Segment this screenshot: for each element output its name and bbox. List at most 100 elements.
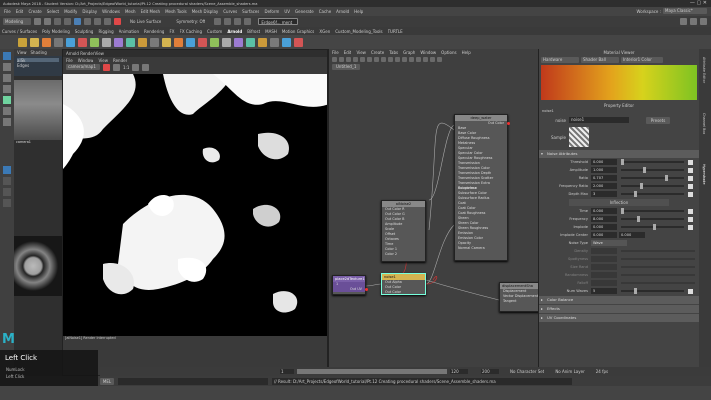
shelf-tool-icon[interactable] [30, 37, 39, 47]
node-editor-tool-icon[interactable] [339, 56, 344, 62]
rotate-tool-icon[interactable] [3, 96, 11, 104]
attribute-value[interactable]: 3 [591, 191, 617, 197]
attribute-value[interactable]: 8.000 [591, 216, 617, 222]
attribute-slider[interactable] [621, 208, 684, 214]
name-field[interactable]: noise1 [569, 117, 629, 123]
menu-item[interactable]: Edit Mesh [141, 9, 161, 14]
ipr-icon[interactable] [224, 18, 232, 25]
node-editor-tool-icon[interactable] [381, 56, 386, 62]
character-set[interactable]: No Character Set [510, 369, 544, 374]
select-icon[interactable] [74, 18, 81, 25]
attribute-value[interactable]: 0.000 [591, 159, 617, 165]
map-button-icon[interactable] [688, 175, 693, 181]
save-icon[interactable] [44, 18, 51, 25]
material-preview[interactable] [541, 65, 697, 100]
node-editor-tool-icon[interactable] [367, 56, 372, 62]
node-editor-tool-icon[interactable] [402, 56, 407, 62]
fps-select[interactable]: 24 fps [596, 369, 608, 374]
lasso-tool-icon[interactable] [3, 63, 11, 71]
collapsed-section[interactable]: Effects [539, 305, 699, 313]
shelf-tool-icon[interactable] [222, 37, 231, 47]
attribute-slider[interactable] [621, 167, 684, 173]
move-tool-icon[interactable] [3, 85, 11, 93]
port[interactable]: Normal Camera [455, 246, 507, 251]
menu-item[interactable]: Deform [264, 9, 279, 14]
attribute-value[interactable]: 2.000 [591, 183, 617, 189]
shelf-tool-icon[interactable] [66, 37, 75, 47]
collapsed-section[interactable]: Color Balance [539, 296, 699, 304]
node-place2d[interactable]: place2dTexture1 1 Out UV [332, 275, 368, 295]
node-editor-tool-icon[interactable] [409, 56, 414, 62]
node-editor-menu-item[interactable]: Help [462, 50, 471, 55]
shelf-tool-icon[interactable] [234, 37, 243, 47]
paint-tool-icon[interactable] [3, 74, 11, 82]
search-field[interactable]: Erdge6f... ment [258, 18, 299, 25]
shelf-tool-icon[interactable] [138, 37, 147, 47]
shelf-tab[interactable]: FX [169, 29, 174, 34]
node-editor-menu-item[interactable]: Tabs [389, 50, 398, 55]
magnet-icon[interactable] [114, 18, 121, 25]
render-view-menu-item[interactable]: File [66, 58, 73, 63]
workspace-select[interactable]: Maya Classic* [663, 8, 707, 14]
anim-layer[interactable]: No Anim Layer [555, 369, 584, 374]
shelf-tab[interactable]: Motion Graphics [282, 29, 315, 34]
shelf-tool-icon[interactable] [270, 37, 279, 47]
side-tab-hypershade[interactable]: Hypershade [702, 164, 706, 184]
map-button-icon[interactable] [688, 224, 693, 230]
snap-curve-icon[interactable] [94, 18, 101, 25]
sidebar-toggle-icon[interactable] [700, 18, 707, 25]
node-editor-tool-icon[interactable] [395, 56, 400, 62]
shelf-tool-icon[interactable] [246, 37, 255, 47]
attribute-slider[interactable] [621, 183, 684, 189]
menu-item[interactable]: Edit [16, 9, 24, 14]
shelf-tab[interactable]: Arnold [227, 29, 242, 34]
shelf-tab[interactable]: MASH [265, 29, 277, 34]
open-icon[interactable] [34, 18, 41, 25]
item-1[interactable]: aiSk [17, 58, 59, 63]
attribute-slider[interactable] [621, 216, 684, 222]
mel-toggle[interactable]: MEL [100, 377, 114, 385]
node-editor-menu-item[interactable]: Create [371, 50, 384, 55]
shelf-tool-icon[interactable] [198, 37, 207, 47]
presets-button[interactable]: Presets [646, 116, 670, 124]
port[interactable]: Tangent [500, 299, 538, 304]
symmetry-select[interactable]: Symmetry: Off [176, 19, 205, 24]
shelf-tool-icon[interactable] [210, 37, 219, 47]
num-waves-slider[interactable] [621, 288, 684, 294]
implode-center-y[interactable]: 0.000 [619, 232, 645, 238]
port[interactable]: Color 2 [382, 252, 425, 257]
render-view-menu-item[interactable]: Render [113, 58, 127, 63]
node-displacement[interactable]: displacementSha Displacement Vector Displ… [499, 282, 538, 312]
node-noise1[interactable]: noise1 Out Alpha Out Color Out Color [381, 273, 426, 295]
menu-shading[interactable]: Shading [31, 50, 47, 55]
side-tab-attribute-editor[interactable]: Attribute Editor [702, 57, 706, 83]
scale-tool-icon[interactable] [3, 107, 11, 115]
shelf-tab[interactable]: Rendering [144, 29, 164, 34]
node-editor-menu-item[interactable]: File [332, 50, 339, 55]
menu-item[interactable]: Select [47, 9, 59, 14]
menu-item[interactable]: File [4, 9, 11, 14]
render-image[interactable] [63, 74, 327, 336]
redo-icon[interactable] [64, 18, 71, 25]
shelf-tab[interactable]: Custom [207, 29, 222, 34]
shelf-tab[interactable]: Poly Modeling [42, 29, 70, 34]
node-editor-tool-icon[interactable] [423, 56, 428, 62]
command-input[interactable] [118, 377, 268, 385]
port[interactable]: Out Color [382, 290, 425, 295]
shelf-tool-icon[interactable] [150, 37, 159, 47]
node-editor-tool-icon[interactable] [437, 56, 442, 62]
menu-item[interactable]: Generate [295, 9, 314, 14]
last-tool-icon[interactable] [3, 118, 11, 126]
help-icon[interactable] [690, 18, 697, 25]
shelf-tab[interactable]: FX Caching [180, 29, 202, 34]
collapsed-section[interactable]: UV Coordinates [539, 314, 699, 322]
menu-item[interactable]: Windows [102, 9, 120, 14]
node-editor-tool-icon[interactable] [374, 56, 379, 62]
menu-item[interactable]: Create [28, 9, 41, 14]
attribute-value[interactable]: 1.000 [591, 167, 617, 173]
stop-render-icon[interactable] [103, 63, 110, 71]
map-button-icon[interactable] [688, 183, 693, 189]
map-button-icon[interactable] [688, 167, 693, 173]
shelf-tool-icon[interactable] [114, 37, 123, 47]
menu-item[interactable]: UV [284, 9, 290, 14]
